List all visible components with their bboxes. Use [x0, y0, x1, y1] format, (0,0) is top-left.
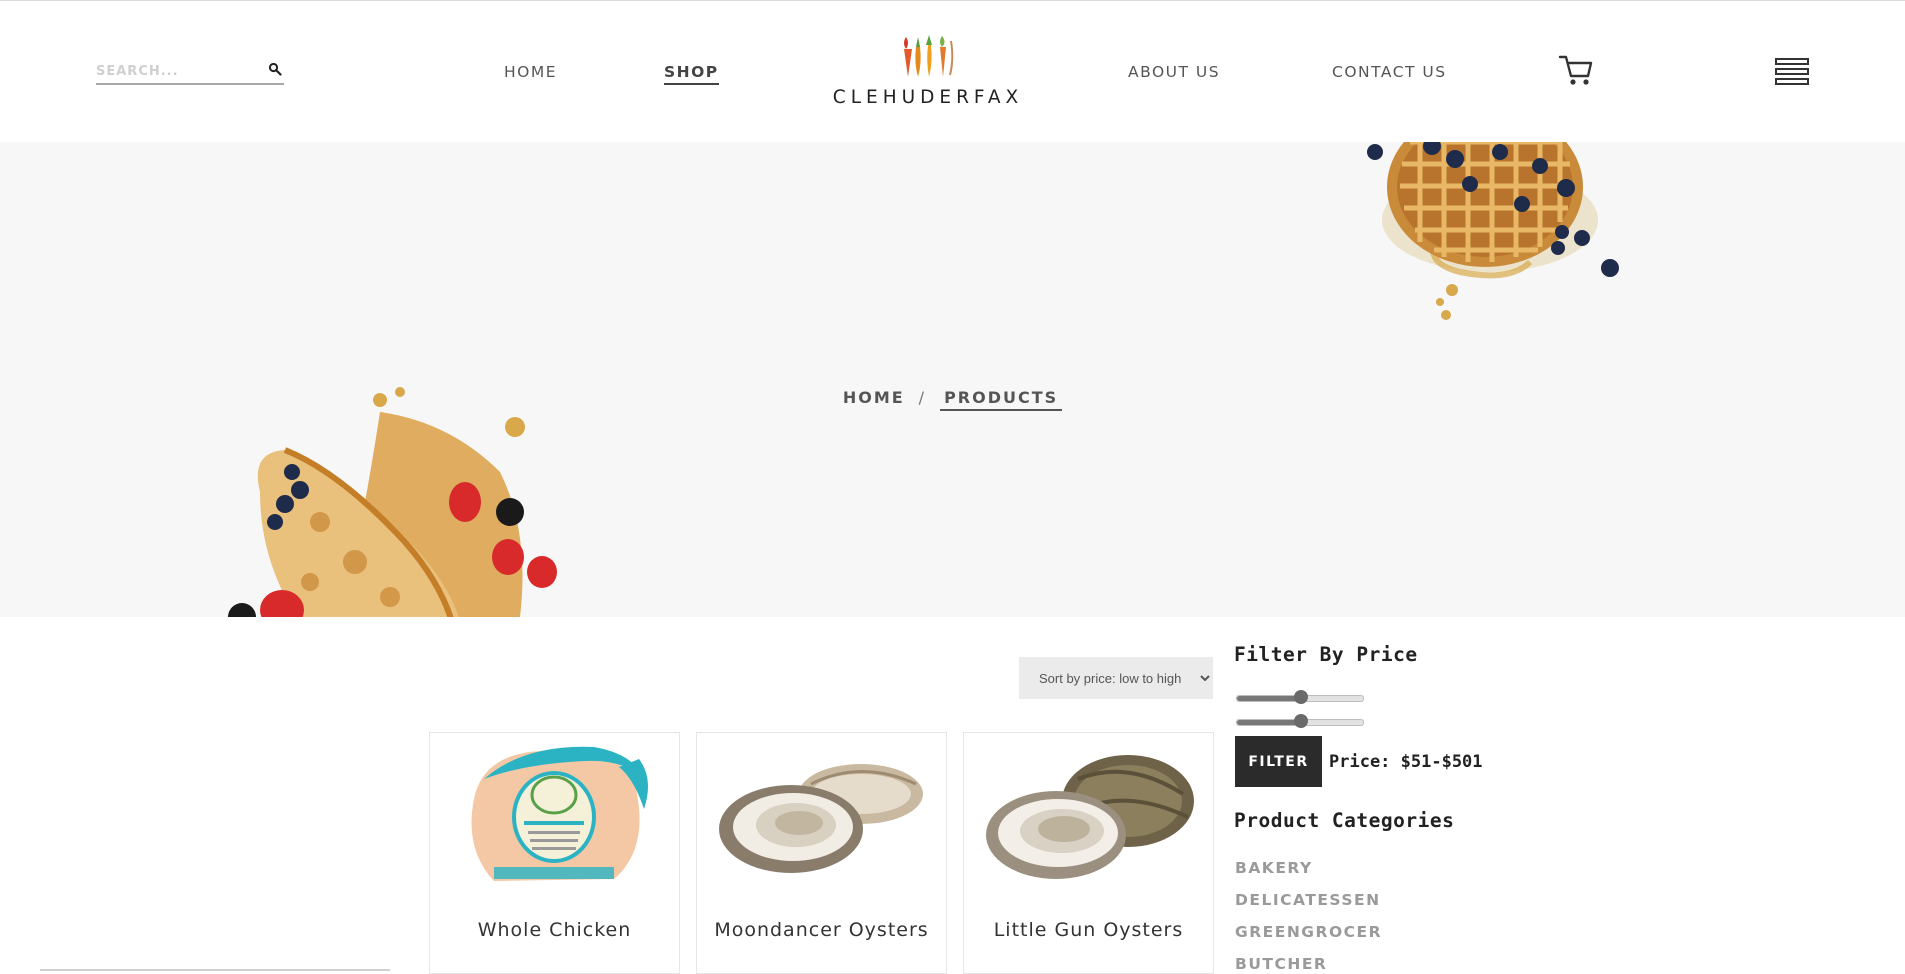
search-icon[interactable] — [268, 62, 282, 76]
waffle-image — [1367, 142, 1619, 320]
price-min-slider[interactable] — [1236, 689, 1364, 705]
nav-home[interactable]: HOME — [504, 63, 557, 81]
product-title[interactable]: Moondancer Oysters — [697, 919, 946, 941]
cart-icon[interactable] — [1558, 53, 1594, 87]
product-title[interactable]: Little Gun Oysters — [964, 919, 1213, 941]
filter-by-price-heading: Filter By Price — [1234, 643, 1418, 666]
breadcrumb: HOME / PRODUCTS — [0, 388, 1905, 411]
site-header: HOME SHOP CLEHUDERFAX ABOUT US CONTACT U… — [0, 1, 1905, 141]
site-logo[interactable]: CLEHUDERFAX — [830, 31, 1026, 111]
product-card[interactable]: Moondancer Oysters — [696, 732, 947, 974]
product-card[interactable]: Whole Chicken — [429, 732, 680, 974]
page-hero: HOME / PRODUCTS — [0, 142, 1905, 617]
slider-handle[interactable] — [1294, 690, 1308, 704]
search-input[interactable] — [96, 61, 256, 81]
product-card[interactable]: Little Gun Oysters — [963, 732, 1214, 974]
logo-vegetables-icon — [904, 35, 954, 77]
category-butcher[interactable]: BUTCHER — [1235, 955, 1327, 973]
slider-fill — [1237, 696, 1301, 701]
slider-fill — [1237, 720, 1301, 725]
nav-shop[interactable]: SHOP — [664, 63, 719, 85]
filter-button[interactable]: FILTER — [1235, 736, 1322, 787]
product-image-whole-chicken — [471, 746, 648, 881]
nav-contact-us[interactable]: CONTACT US — [1332, 63, 1447, 81]
price-range-label: Price: $51-$501 — [1329, 752, 1483, 772]
price-max-slider[interactable] — [1236, 713, 1364, 729]
search-box — [96, 61, 284, 85]
nav-about-us[interactable]: ABOUT US — [1128, 63, 1220, 81]
hamburger-menu-icon[interactable] — [1774, 57, 1810, 87]
breadcrumb-separator: / — [918, 388, 927, 407]
logo-text: CLEHUDERFAX — [832, 87, 1024, 108]
breadcrumb-home[interactable]: HOME — [843, 388, 905, 407]
category-bakery[interactable]: BAKERY — [1235, 859, 1313, 877]
breadcrumb-current: PRODUCTS — [940, 388, 1063, 411]
horizontal-scrollbar[interactable] — [40, 969, 390, 971]
product-image-oysters — [986, 755, 1194, 879]
sort-select[interactable]: Sort by price: low to high — [1019, 657, 1213, 699]
product-title[interactable]: Whole Chicken — [430, 919, 679, 941]
crepe-image — [228, 387, 557, 617]
product-categories-heading: Product Categories — [1234, 809, 1455, 832]
category-greengrocer[interactable]: GREENGROCER — [1235, 923, 1382, 941]
product-image-oysters — [719, 764, 923, 873]
category-delicatessen[interactable]: DELICATESSEN — [1235, 891, 1381, 909]
slider-handle[interactable] — [1294, 714, 1308, 728]
